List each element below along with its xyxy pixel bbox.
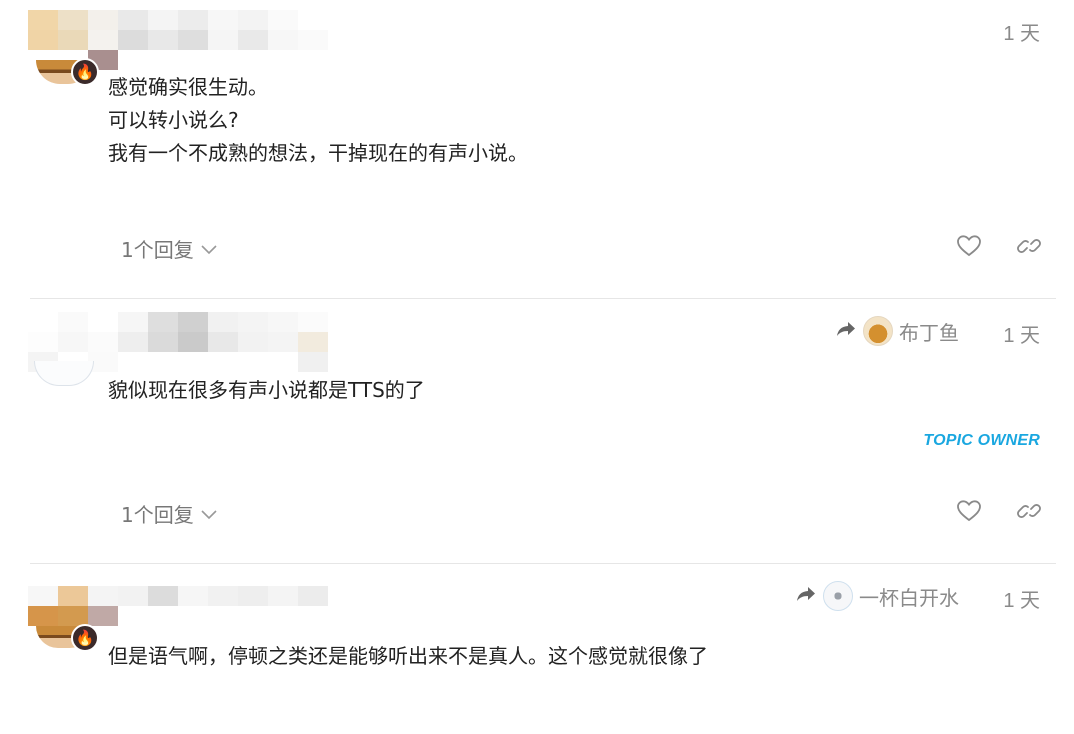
copy-link-button[interactable] [1016,498,1042,524]
post-body: 感觉确实很生动。 可以转小说么? 我有一个不成熟的想法，干掉现在的有声小说。 [108,71,528,170]
heart-icon [957,235,981,257]
show-replies-button[interactable]: 1个回复 [121,499,218,528]
reply-to-link[interactable]: 一杯白开水 [795,581,959,611]
share-arrow-icon [835,318,857,344]
post-3: 🔥 一杯白开水 1 天 但是语气啊，停顿之类还是能够听出来不是真人。这个感觉就很… [0,564,1074,734]
post-line: 感觉确实很生动。 [108,75,268,99]
show-replies-button[interactable]: 1个回复 [121,234,218,263]
fire-icon: 🔥 [71,624,99,652]
chevron-down-icon [201,244,217,254]
like-button[interactable] [956,498,982,524]
post-date[interactable]: 1 天 [1003,17,1040,46]
reply-to-name: 一杯白开水 [859,587,959,610]
post-date[interactable]: 1 天 [1003,319,1040,348]
post-body: 貌似现在很多有声小说都是TTS的了 [108,374,425,407]
like-button[interactable] [956,233,982,259]
heart-icon [957,500,981,522]
topic-owner-badge: TOPIC OWNER [923,432,1040,449]
avatar[interactable] [34,361,94,386]
blurred-username [28,566,358,626]
post-1: 🔥 1 天 感觉确实很生动。 可以转小说么? 我有一个不成熟的想法，干掉现在的有… [0,0,1074,298]
post-body: 但是语气啊，停顿之类还是能够听出来不是真人。这个感觉就很像了 [108,640,708,673]
replies-label: 1个回复 [121,238,194,262]
post-date[interactable]: 1 天 [1003,584,1040,613]
post-actions [956,498,1042,524]
post-line: 但是语气啊，停顿之类还是能够听出来不是真人。这个感觉就很像了 [108,644,708,668]
post-line: 可以转小说么? [108,108,239,132]
fire-icon: 🔥 [71,58,99,86]
chevron-down-icon [201,509,217,519]
replies-label: 1个回复 [121,503,194,527]
post-2: 布丁鱼 1 天 貌似现在很多有声小说都是TTS的了 TOPIC OWNER 1个… [0,299,1074,563]
copy-link-button[interactable] [1016,233,1042,259]
post-actions [956,233,1042,259]
reply-to-avatar [823,581,853,611]
reply-to-link[interactable]: 布丁鱼 [835,316,959,346]
reply-to-name: 布丁鱼 [899,322,959,345]
link-icon [1017,504,1041,518]
reply-to-avatar [863,316,893,346]
post-line: 我有一个不成熟的想法，干掉现在的有声小说。 [108,141,528,165]
link-icon [1017,239,1041,253]
post-line: 貌似现在很多有声小说都是TTS的了 [108,378,425,402]
share-arrow-icon [795,583,817,609]
